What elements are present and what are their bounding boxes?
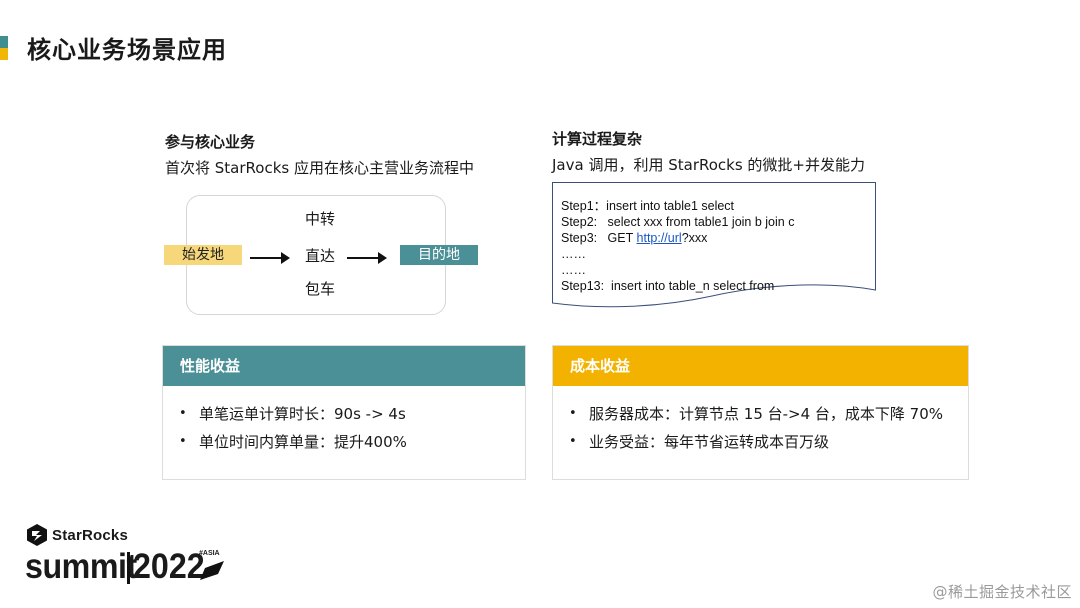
performance-card-list: 单笔运单计算时长：90s -> 4s 单位时间内算单量：提升400% [163, 386, 525, 456]
logo-brand-name: StarRocks [52, 527, 129, 544]
left-section-subtitle: 首次将 StarRocks 应用在核心主营业务流程中 [165, 159, 474, 177]
code-document: Step1：insert into table1 select Step2: s… [552, 182, 876, 312]
logo-brush-stroke-icon [200, 561, 224, 580]
cost-card-title: 成本收益 [553, 346, 968, 386]
code-lines: Step1：insert into table1 select Step2: s… [561, 198, 794, 294]
cost-benefit-card: 成本收益 服务器成本：计算节点 15 台->4 台，成本下降 70% 业务受益：… [552, 345, 969, 480]
flow-mode-direct: 直达 [305, 247, 336, 265]
list-item: 服务器成本：计算节点 15 台->4 台，成本下降 70% [569, 400, 968, 428]
page-title: 核心业务场景应用 [27, 36, 227, 64]
code-line-suffix: ?xxx [681, 231, 708, 245]
right-section-subtitle: Java 调用，利用 StarRocks 的微批+并发能力 [552, 156, 865, 174]
logo-tag: #ASIA [199, 550, 220, 557]
starrocks-logo-icon [27, 524, 47, 546]
code-url-link[interactable]: http://url [637, 231, 682, 245]
watermark-text: @稀土掘金技术社区 [932, 583, 1072, 601]
logo-year: 2022 [133, 547, 205, 586]
flow-arrow-right-icon [250, 252, 290, 264]
performance-card-title: 性能收益 [163, 346, 525, 386]
flow-destination-label: 目的地 [400, 245, 478, 265]
right-section-heading: 计算过程复杂 [552, 130, 643, 148]
cost-card-list: 服务器成本：计算节点 15 台->4 台，成本下降 70% 业务受益：每年节省运… [553, 386, 968, 456]
flow-origin-label: 始发地 [164, 245, 242, 265]
performance-benefit-card: 性能收益 单笔运单计算时长：90s -> 4s 单位时间内算单量：提升400% [162, 345, 526, 480]
code-line-prefix: Step3: GET [561, 231, 637, 245]
logo-divider [127, 552, 130, 584]
flow-arrow-right-icon [347, 252, 387, 264]
code-line: Step2: select xxx from table1 join b joi… [561, 215, 795, 229]
title-accent-teal [0, 36, 8, 48]
flow-mode-charter: 包车 [305, 280, 336, 298]
logo-event-name: summit [25, 547, 137, 586]
list-item: 业务受益：每年节省运转成本百万级 [569, 428, 968, 456]
left-section-heading: 参与核心业务 [165, 133, 256, 151]
code-line: …… [561, 263, 586, 277]
title-accent-yellow [0, 48, 8, 60]
code-line: Step3: GET http://url?xxx [561, 230, 794, 246]
list-item: 单位时间内算单量：提升400% [179, 428, 525, 456]
code-line: Step1：insert into table1 select [561, 199, 735, 213]
code-line: Step13: insert into table_n select from [561, 279, 775, 293]
flow-mode-transfer: 中转 [305, 210, 336, 228]
code-line: …… [561, 247, 586, 261]
list-item: 单笔运单计算时长：90s -> 4s [179, 400, 525, 428]
